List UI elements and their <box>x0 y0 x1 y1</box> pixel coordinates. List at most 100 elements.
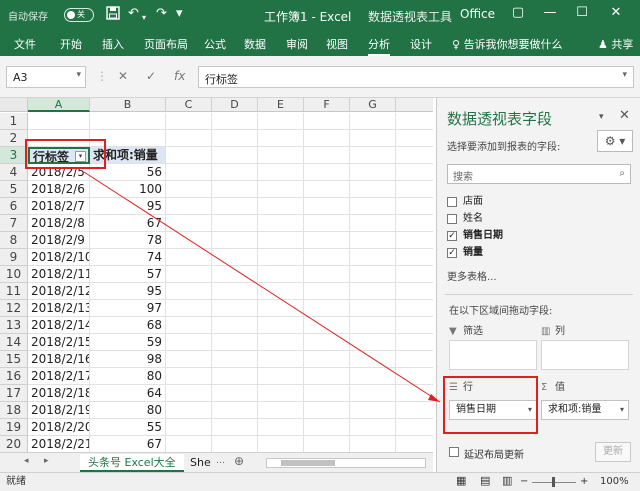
zoom-level[interactable]: 100% <box>600 473 629 491</box>
grid-cell[interactable] <box>304 181 350 198</box>
chevron-down-icon[interactable]: ▾ <box>528 401 532 419</box>
grid-cell[interactable] <box>90 113 166 130</box>
office-account[interactable]: Office <box>460 7 495 21</box>
pivot-row-label-header[interactable]: 行标签 ▾ <box>28 147 90 164</box>
field-checkbox[interactable] <box>447 214 457 224</box>
pivot-row-date[interactable]: 2018/2/11 <box>28 266 90 283</box>
grid-cell[interactable] <box>350 317 396 334</box>
tab-data[interactable]: 数据 <box>244 36 266 52</box>
column-header[interactable]: F <box>304 98 350 112</box>
grid-cell[interactable] <box>258 266 304 283</box>
grid-cell[interactable] <box>166 249 212 266</box>
pivot-value-header[interactable]: 求和项:销量 <box>90 147 166 164</box>
pivot-row-date[interactable]: 2018/2/19 <box>28 402 90 419</box>
tab-home[interactable]: 开始 <box>60 36 82 52</box>
expand-formula-icon[interactable]: ▾ <box>622 70 627 80</box>
grid-cell[interactable] <box>166 232 212 249</box>
pivot-row-date[interactable]: 2018/2/9 <box>28 232 90 249</box>
grid-cell[interactable] <box>304 402 350 419</box>
name-box[interactable]: A3 ▾ <box>6 66 86 88</box>
row-header[interactable]: 5 <box>0 181 28 198</box>
grid-cell[interactable] <box>350 300 396 317</box>
grid-cell[interactable] <box>166 351 212 368</box>
tab-page-layout[interactable]: 页面布局 <box>144 36 188 52</box>
pivot-row-value[interactable]: 64 <box>90 385 166 402</box>
pivot-row-date[interactable]: 2018/2/14 <box>28 317 90 334</box>
ribbon-display-icon[interactable]: ▢ <box>508 5 528 20</box>
grid-cell[interactable] <box>166 130 212 147</box>
undo-dropdown-icon[interactable]: ▾ <box>142 10 146 26</box>
row-header[interactable]: 1 <box>0 113 28 130</box>
pivot-row-value[interactable]: 80 <box>90 368 166 385</box>
grid-cell[interactable] <box>258 198 304 215</box>
pivot-row-value[interactable]: 55 <box>90 419 166 436</box>
grid-cell[interactable] <box>396 436 433 452</box>
grid-cell[interactable] <box>212 385 258 402</box>
grid-cell[interactable] <box>166 266 212 283</box>
grid-cell[interactable] <box>212 300 258 317</box>
grid-cell[interactable] <box>212 266 258 283</box>
column-header[interactable]: A <box>28 98 90 112</box>
grid-cell[interactable] <box>304 249 350 266</box>
select-all-corner[interactable] <box>0 98 28 112</box>
undo-icon[interactable]: ↶ <box>128 6 139 22</box>
grid-cell[interactable] <box>212 113 258 130</box>
grid-cell[interactable] <box>166 181 212 198</box>
row-header[interactable]: 13 <box>0 317 28 334</box>
pivot-row-value[interactable]: 95 <box>90 198 166 215</box>
confirm-entry-icon[interactable]: ✓ <box>146 69 156 83</box>
tab-view[interactable]: 视图 <box>326 36 348 52</box>
grid-cell[interactable] <box>304 164 350 181</box>
pivot-row-value[interactable]: 67 <box>90 436 166 452</box>
tab-formulas[interactable]: 公式 <box>204 36 226 52</box>
filter-area[interactable]: ▼ 筛选 <box>449 324 537 370</box>
field-checkbox[interactable]: ✓ <box>447 248 457 258</box>
grid-cell[interactable] <box>350 436 396 452</box>
grid-cell[interactable] <box>212 215 258 232</box>
pivot-row-date[interactable]: 2018/2/12 <box>28 283 90 300</box>
tab-file[interactable]: 文件 <box>14 36 36 52</box>
tab-review[interactable]: 审阅 <box>286 36 308 52</box>
grid-cell[interactable] <box>350 385 396 402</box>
zoom-out-icon[interactable]: − <box>520 473 528 491</box>
grid-cell[interactable] <box>350 147 396 164</box>
grid-cell[interactable] <box>304 198 350 215</box>
rows-area[interactable]: ☰ 行 销售日期 ▾ <box>449 380 537 420</box>
prev-sheet-icon[interactable]: ◂ <box>24 456 29 466</box>
column-header[interactable]: B <box>90 98 166 112</box>
pivot-row-date[interactable]: 2018/2/15 <box>28 334 90 351</box>
grid-cell[interactable] <box>212 351 258 368</box>
save-icon[interactable] <box>106 6 120 25</box>
grid-cell[interactable] <box>90 130 166 147</box>
grid-cell[interactable] <box>304 266 350 283</box>
grid-cell[interactable] <box>258 402 304 419</box>
field-item[interactable]: ✓ 销售日期 <box>447 228 631 244</box>
grid-cell[interactable] <box>396 249 433 266</box>
grid-cell[interactable] <box>304 351 350 368</box>
column-header[interactable]: G <box>350 98 396 112</box>
grid-cell[interactable] <box>212 249 258 266</box>
pivot-row-date[interactable]: 2018/2/20 <box>28 419 90 436</box>
row-header[interactable]: 3 <box>0 147 28 164</box>
grid-cell[interactable] <box>212 283 258 300</box>
grid-cell[interactable] <box>212 368 258 385</box>
grid-cell[interactable] <box>350 368 396 385</box>
grid-cell[interactable] <box>258 181 304 198</box>
grid-cell[interactable] <box>304 300 350 317</box>
grid-cell[interactable] <box>350 419 396 436</box>
pivot-row-value[interactable]: 80 <box>90 402 166 419</box>
pivot-row-date[interactable]: 2018/2/13 <box>28 300 90 317</box>
pivot-row-value[interactable]: 57 <box>90 266 166 283</box>
grid-cell[interactable] <box>350 334 396 351</box>
field-checkbox[interactable] <box>447 197 457 207</box>
grid-cell[interactable] <box>28 113 90 130</box>
grid-cell[interactable] <box>258 385 304 402</box>
value-field-pill[interactable]: 求和项:销量 ▾ <box>541 400 629 420</box>
pivot-row-value[interactable]: 78 <box>90 232 166 249</box>
grid-cell[interactable] <box>212 130 258 147</box>
row-header[interactable]: 10 <box>0 266 28 283</box>
grid-cell[interactable] <box>350 402 396 419</box>
close-icon[interactable]: ✕ <box>606 5 626 20</box>
grid-cell[interactable] <box>258 249 304 266</box>
grid-cell[interactable] <box>258 113 304 130</box>
